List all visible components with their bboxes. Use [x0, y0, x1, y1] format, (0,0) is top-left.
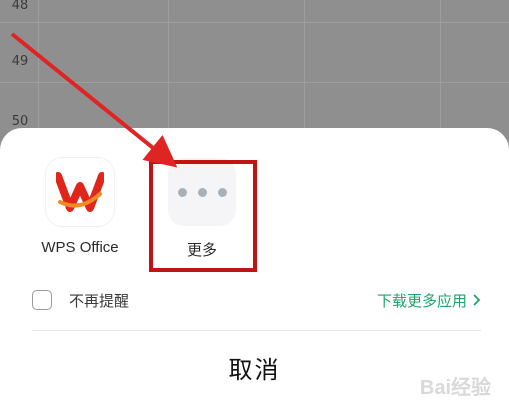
annotation-highlight-box: [149, 160, 257, 272]
row-number: 50: [11, 114, 29, 129]
download-more-label: 下载更多应用: [376, 291, 467, 310]
watermark: Bai经验: [419, 377, 491, 399]
download-more-apps-link[interactable]: 下载更多应用: [377, 290, 481, 311]
divider: [32, 330, 481, 331]
row-number: 49: [11, 54, 29, 69]
chevron-right-icon: [473, 294, 481, 306]
app-label: WPS Office: [41, 239, 119, 256]
row-number: 48: [11, 0, 29, 13]
dont-remind-label: 不再提醒: [69, 291, 130, 310]
wps-office-icon: [46, 158, 114, 226]
app-wps-office[interactable]: WPS Office: [28, 158, 132, 256]
dont-remind-row: 不再提醒 下载更多应用: [32, 288, 481, 312]
dont-remind-checkbox[interactable]: [32, 290, 52, 310]
